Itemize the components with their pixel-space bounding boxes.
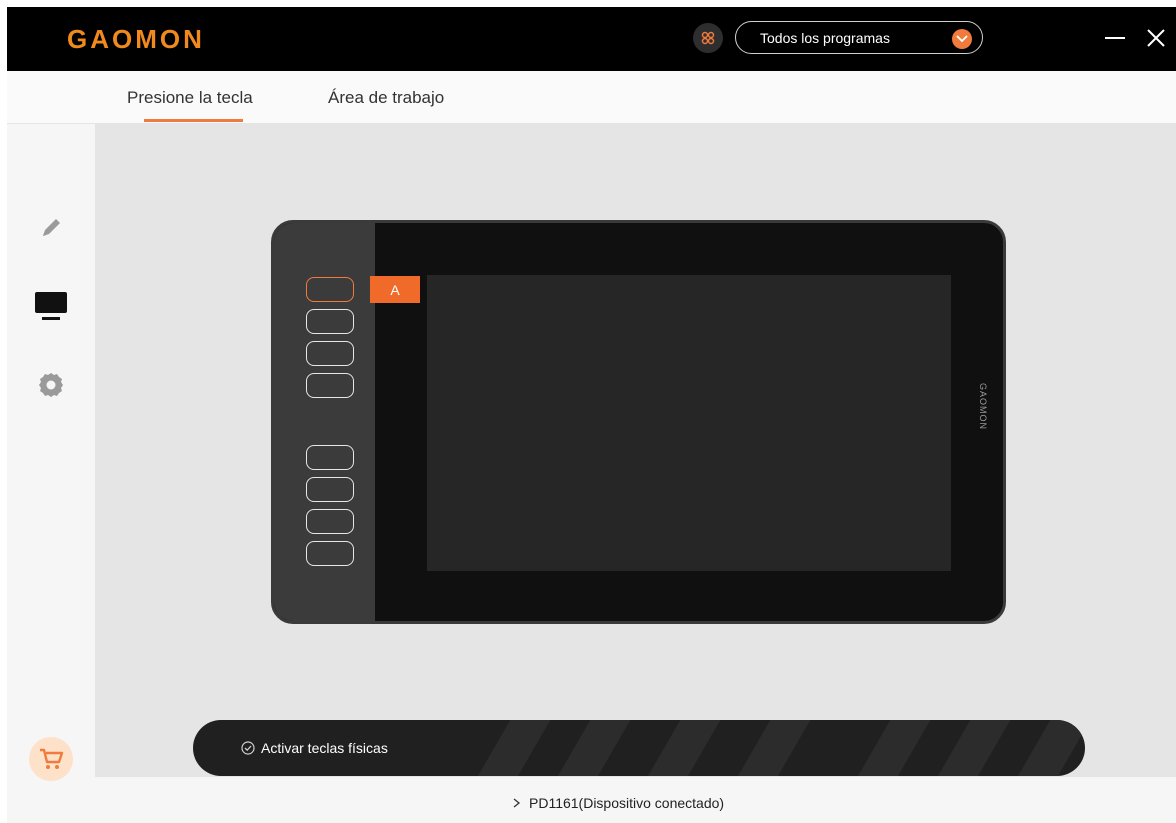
program-select[interactable]: Todos los programas (735, 21, 983, 54)
chevron-right-icon (513, 798, 521, 808)
activate-physical-keys-label: Activar teclas físicas (261, 740, 388, 756)
activate-physical-keys-toggle[interactable]: Activar teclas físicas (241, 740, 388, 756)
device-status[interactable]: PD1161(Dispositivo conectado) (513, 795, 724, 811)
close-icon (1147, 29, 1165, 47)
sidebar-item-monitor[interactable] (33, 288, 69, 324)
express-key-7[interactable] (306, 509, 354, 534)
tab-area-de-trabajo[interactable]: Área de trabajo (328, 88, 444, 108)
sidebar-item-settings[interactable] (33, 367, 69, 403)
minimize-button[interactable] (1105, 37, 1125, 39)
cart-icon (40, 748, 64, 769)
gaomon-logo: GAOMON (67, 24, 205, 54)
express-key-2[interactable] (306, 309, 354, 334)
close-button[interactable] (1145, 27, 1167, 49)
program-select-value: Todos los programas (760, 30, 890, 46)
status-bar: PD1161(Dispositivo conectado) (95, 777, 1176, 823)
chevron-down-icon (952, 29, 972, 49)
express-key-8[interactable] (306, 541, 354, 566)
monitor-icon (35, 292, 67, 320)
gear-icon (39, 373, 63, 397)
sidebar (7, 124, 95, 823)
active-tab-indicator (144, 119, 243, 122)
check-circle-icon (241, 741, 255, 755)
shop-button[interactable] (29, 737, 73, 781)
express-key-6[interactable] (306, 477, 354, 502)
express-key-3[interactable] (306, 341, 354, 366)
sidebar-item-pen[interactable] (33, 210, 69, 246)
express-key-5[interactable] (306, 445, 354, 470)
tablet-screen (427, 275, 951, 571)
tab-presione-la-tecla[interactable]: Presione la tecla (127, 88, 253, 108)
express-key-4[interactable] (306, 373, 354, 398)
device-status-text: PD1161(Dispositivo conectado) (529, 795, 725, 811)
app-window: GAOMON Todos los programas Presione la t… (7, 7, 1176, 823)
apps-icon[interactable] (693, 23, 723, 53)
tab-bar: Presione la tecla Área de trabajo (7, 71, 1176, 124)
physical-keys-bar: Activar teclas físicas (193, 720, 1085, 776)
title-bar: GAOMON Todos los programas (7, 7, 1176, 71)
main-panel: A GAOMON Activar teclas físicas (95, 124, 1176, 777)
tablet-brand-text: GAOMON (978, 383, 988, 431)
pen-icon (43, 219, 60, 236)
tablet-illustration: A GAOMON (271, 220, 1006, 624)
express-key-1[interactable] (306, 277, 354, 302)
key-assignment-label[interactable]: A (370, 276, 420, 303)
